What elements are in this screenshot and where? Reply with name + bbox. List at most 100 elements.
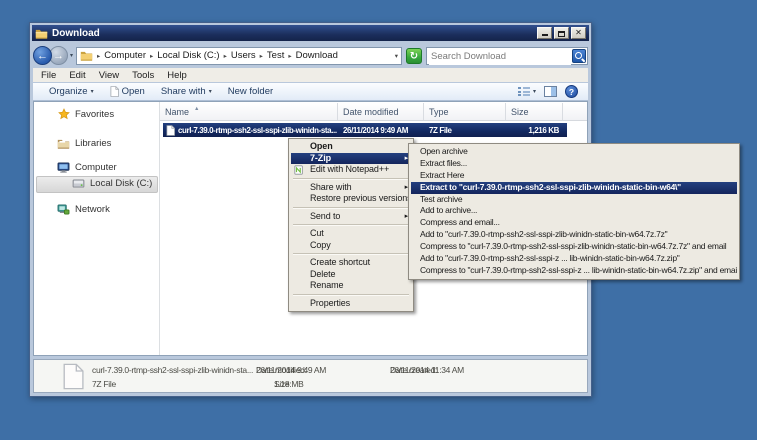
new-folder-button[interactable]: New folder <box>228 86 273 97</box>
breadcrumb-sep-icon: ▸ <box>224 52 227 60</box>
file-icon <box>62 363 84 390</box>
computer-icon <box>57 162 70 173</box>
breadcrumb-sep-icon: ▸ <box>97 52 100 60</box>
sidebar-item-label: Libraries <box>75 138 111 149</box>
sidebar-item-network[interactable]: Network <box>57 204 110 215</box>
search-icon <box>575 52 584 61</box>
context-menu-item-label: Send to <box>310 211 340 221</box>
breadcrumb-item-download[interactable]: Download <box>296 50 338 61</box>
back-button[interactable]: ← <box>33 46 52 65</box>
context-menu-item-cut[interactable]: Cut <box>291 228 411 240</box>
submenu-item-open-archive[interactable]: Open archive <box>411 146 737 158</box>
notepad-plus-plus-icon <box>294 165 304 175</box>
chevron-down-icon: ▾ <box>91 88 94 95</box>
minimize-button[interactable] <box>537 27 552 39</box>
minimize-icon <box>542 34 548 36</box>
context-menu-item-restore-previous-versions[interactable]: Restore previous versions <box>291 193 411 205</box>
submenu-item-add-to-7z[interactable]: Add to "curl-7.39.0-rtmp-ssh2-ssl-sspi-z… <box>411 229 737 241</box>
history-dropdown-icon[interactable]: ▾ <box>70 52 73 59</box>
column-header-date-modified[interactable]: Date modified <box>338 103 424 120</box>
breadcrumb-item-test[interactable]: Test <box>267 50 284 61</box>
column-header-name[interactable]: Name ▲ <box>160 103 338 120</box>
breadcrumb-item-local-disk[interactable]: Local Disk (C:) <box>157 50 219 61</box>
maximize-button[interactable] <box>554 27 569 39</box>
sidebar-item-favorites[interactable]: Favorites <box>58 108 114 120</box>
sidebar-item-local-disk[interactable]: Local Disk (C:) <box>72 178 152 189</box>
close-button[interactable]: ✕ <box>571 27 586 39</box>
column-header-type[interactable]: Type <box>424 103 506 120</box>
title-bar[interactable]: Download ✕ <box>32 25 589 41</box>
sort-ascending-icon: ▲ <box>194 106 199 112</box>
context-menu-item-create-shortcut[interactable]: Create shortcut <box>291 257 411 269</box>
new-folder-label: New folder <box>228 86 273 97</box>
views-icon <box>518 87 530 96</box>
breadcrumb-item-computer[interactable]: Computer <box>104 50 146 61</box>
breadcrumb-sep-icon: ▸ <box>260 52 263 60</box>
submenu-item-add-to-zip[interactable]: Add to "curl-7.39.0-rtmp-ssh2-ssl-sspi-z… <box>411 253 737 265</box>
file-date-modified: 26/11/2014 9:49 AM <box>338 126 424 135</box>
submenu-item-extract-to[interactable]: Extract to "curl-7.39.0-rtmp-ssh2-ssl-ss… <box>411 182 737 194</box>
share-with-button[interactable]: Share with ▾ <box>161 86 212 97</box>
menu-file[interactable]: File <box>41 70 56 81</box>
status-bar: curl-7.39.0-rtmp-ssh2-ssl-sspi-zlib-wini… <box>33 359 588 393</box>
breadcrumb[interactable]: ▸ Computer ▸ Local Disk (C:) ▸ Users ▸ T… <box>76 47 402 65</box>
context-menu-item-delete[interactable]: Delete <box>291 269 411 281</box>
preview-pane-button[interactable] <box>544 86 557 97</box>
table-row[interactable]: curl-7.39.0-rtmp-ssh2-ssl-sspi-zlib-wini… <box>163 123 567 137</box>
menu-tools[interactable]: Tools <box>132 70 154 81</box>
submenu-item-extract-here[interactable]: Extract Here <box>411 170 737 182</box>
search-button[interactable] <box>572 49 586 63</box>
file-size: 1,216 KB <box>506 126 564 135</box>
sidebar-item-libraries[interactable]: Libraries <box>57 138 111 149</box>
close-icon: ✕ <box>575 28 582 37</box>
refresh-button[interactable]: ↻ <box>406 48 422 64</box>
submenu-item-compress-to-zip-and-email[interactable]: Compress to "curl-7.39.0-rtmp-ssh2-ssl-s… <box>411 265 737 277</box>
menu-edit[interactable]: Edit <box>69 70 85 81</box>
folder-icon <box>80 50 93 61</box>
status-date-created-value: 26/11/2014 11:34 AM <box>390 365 464 375</box>
share-with-label: Share with <box>161 86 206 97</box>
submenu-item-compress-to-7z-and-email[interactable]: Compress to "curl-7.39.0-rtmp-ssh2-ssl-s… <box>411 241 737 253</box>
column-label: Name <box>165 107 189 117</box>
submenu-item-extract-files[interactable]: Extract files... <box>411 158 737 170</box>
submenu-item-compress-and-email[interactable]: Compress and email... <box>411 217 737 229</box>
menu-separator <box>293 294 409 296</box>
context-menu-item-edit-with-notepad[interactable]: Edit with Notepad++ <box>291 164 411 176</box>
search-input[interactable] <box>429 49 571 65</box>
status-file-type: 7Z File <box>92 379 116 389</box>
7zip-submenu: Open archive Extract files... Extract He… <box>408 143 740 280</box>
address-row: ← → ▾ ▸ Computer ▸ Local Disk (C:) ▸ Use… <box>33 44 588 67</box>
address-dropdown-icon[interactable]: ▾ <box>395 52 398 60</box>
help-button[interactable]: ? <box>565 85 578 98</box>
sidebar-item-label: Computer <box>75 162 117 173</box>
context-menu-item-copy[interactable]: Copy <box>291 240 411 252</box>
status-size-value: 1.18 MB <box>274 379 304 389</box>
menu-view[interactable]: View <box>99 70 119 81</box>
context-menu-item-7zip[interactable]: 7-Zip ▸ <box>291 153 411 165</box>
context-menu-item-properties[interactable]: Properties <box>291 298 411 310</box>
column-header-size[interactable]: Size <box>506 103 563 120</box>
breadcrumb-item-users[interactable]: Users <box>231 50 256 61</box>
file-name: curl-7.39.0-rtmp-ssh2-ssl-sspi-zlib-wini… <box>178 126 337 135</box>
submenu-item-test-archive[interactable]: Test archive <box>411 194 737 206</box>
menu-bar: File Edit View Tools Help <box>33 68 588 82</box>
help-icon: ? <box>569 87 574 97</box>
chevron-down-icon: ▾ <box>209 88 212 95</box>
libraries-icon <box>57 138 70 149</box>
context-menu-item-share-with[interactable]: Share with ▸ <box>291 182 411 194</box>
chevron-down-icon: ▾ <box>533 88 536 95</box>
context-menu-item-open[interactable]: Open <box>291 141 411 153</box>
open-button[interactable]: Open <box>110 86 145 97</box>
context-menu-item-label: 7-Zip <box>310 153 331 163</box>
desktop: Download ✕ ← → ▾ ▸ Computer ▸ Local Disk… <box>0 0 757 440</box>
submenu-item-add-to-archive[interactable]: Add to archive... <box>411 205 737 217</box>
column-header-blank <box>563 103 587 120</box>
sidebar-item-computer[interactable]: Computer <box>57 162 117 173</box>
views-button[interactable]: ▾ <box>518 87 536 96</box>
organize-button[interactable]: Organize ▾ <box>49 86 94 97</box>
menu-separator <box>293 224 409 226</box>
context-menu-item-send-to[interactable]: Send to ▸ <box>291 211 411 223</box>
menu-help[interactable]: Help <box>167 70 187 81</box>
context-menu-item-rename[interactable]: Rename <box>291 280 411 292</box>
breadcrumb-sep-icon: ▸ <box>150 52 153 60</box>
